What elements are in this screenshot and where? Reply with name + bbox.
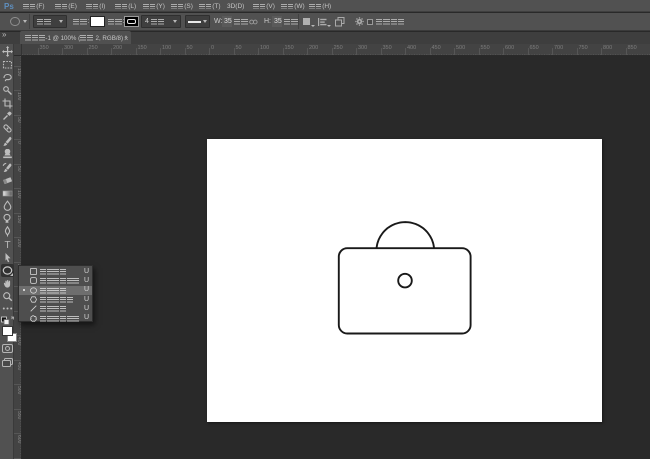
svg-text:T: T [4,240,10,250]
